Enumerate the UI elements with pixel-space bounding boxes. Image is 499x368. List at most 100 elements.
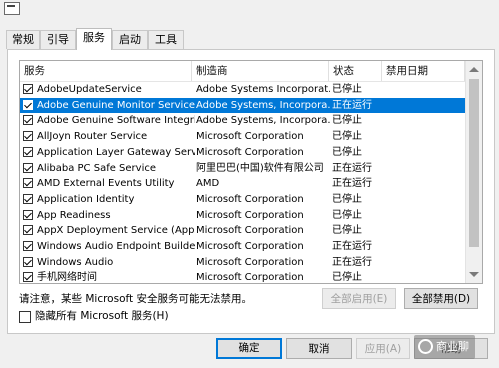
window-icon: [4, 2, 20, 15]
tab-startup[interactable]: 启动: [112, 30, 148, 49]
service-status: 已停止: [332, 146, 362, 158]
service-manufacturer: Microsoft Corporation: [196, 209, 304, 221]
tab-general[interactable]: 常规: [6, 30, 40, 49]
service-checkbox[interactable]: [23, 162, 33, 173]
list-header: 服务 制造商 状态 禁用日期: [20, 61, 465, 82]
scroll-down-icon[interactable]: [469, 272, 479, 277]
service-name: Adobe Genuine Monitor Service: [37, 99, 195, 111]
disable-all-button[interactable]: 全部禁用(D): [404, 288, 478, 309]
service-disabled-date: [384, 176, 462, 192]
table-row[interactable]: Application Layer Gateway Service Microso…: [20, 145, 465, 161]
service-checkbox[interactable]: [23, 256, 33, 267]
service-disabled-date: [384, 223, 462, 239]
service-manufacturer: Microsoft Corporation: [196, 225, 304, 237]
service-name: 手机网络时间: [37, 272, 97, 284]
chat-icon: [418, 339, 433, 354]
service-name: Windows Audio Endpoint Builder: [37, 241, 195, 252]
service-checkbox[interactable]: [23, 272, 33, 283]
enable-all-button[interactable]: 全部启用(E): [322, 288, 396, 309]
service-checkbox[interactable]: [23, 241, 33, 251]
service-name: Application Identity: [37, 193, 135, 205]
service-status: 已停止: [332, 115, 362, 127]
services-list[interactable]: 服务 制造商 状态 禁用日期 AdobeUpdateService Adobe S…: [19, 60, 483, 284]
service-manufacturer: Microsoft Corporation: [196, 256, 304, 268]
service-name: Adobe Genuine Software Integrit...: [37, 115, 195, 127]
service-status: 已停止: [332, 131, 362, 143]
tab-services[interactable]: 服务: [76, 28, 112, 50]
header-service[interactable]: 服务: [20, 61, 192, 81]
cancel-button[interactable]: 取消: [286, 338, 352, 359]
service-disabled-date: [384, 270, 462, 283]
ok-button[interactable]: 确定: [216, 338, 282, 359]
service-manufacturer: Adobe Systems, Incorpora...: [196, 99, 330, 111]
service-manufacturer: Microsoft Corporation: [196, 131, 304, 143]
service-manufacturer: AMD: [196, 178, 220, 190]
service-checkbox[interactable]: [23, 115, 33, 126]
table-row[interactable]: Adobe Genuine Monitor Service Adobe Syste…: [20, 97, 465, 114]
service-checkbox[interactable]: [23, 84, 33, 94]
service-manufacturer: Microsoft Corporation: [196, 272, 304, 284]
service-name: Application Layer Gateway Service: [37, 146, 195, 158]
service-name: AppX Deployment Service (AppX...: [37, 225, 195, 237]
hide-microsoft-label: 隐藏所有 Microsoft 服务(H): [35, 310, 169, 322]
service-checkbox[interactable]: [23, 225, 33, 236]
table-row[interactable]: AdobeUpdateService Adobe Systems Incorpor…: [20, 82, 465, 98]
services-panel: 服务 制造商 状态 禁用日期 AdobeUpdateService Adobe S…: [7, 49, 495, 334]
service-status: 已停止: [332, 209, 362, 221]
service-name: AMD External Events Utility: [37, 178, 175, 190]
scroll-thumb[interactable]: [469, 79, 479, 247]
table-row[interactable]: AppX Deployment Service (AppX... Microsof…: [20, 223, 465, 239]
service-disabled-date: [384, 255, 462, 271]
table-row[interactable]: Application Identity Microsoft Corporatio…: [20, 192, 465, 208]
microsoft-services-note: 请注意，某些 Microsoft 安全服务可能无法禁用。: [19, 293, 252, 305]
table-row[interactable]: Windows Audio Endpoint Builder Microsoft …: [20, 239, 465, 255]
service-disabled-date: [384, 239, 462, 255]
service-disabled-date: [384, 129, 462, 145]
vertical-scrollbar[interactable]: [465, 61, 482, 283]
service-disabled-date: [384, 161, 462, 177]
service-disabled-date: [384, 113, 462, 129]
service-checkbox[interactable]: [23, 209, 33, 220]
hide-microsoft-checkbox[interactable]: [19, 311, 31, 323]
apply-button[interactable]: 应用(A): [356, 338, 410, 359]
service-name: AllJoyn Router Service: [37, 131, 148, 143]
service-status: 已停止: [332, 84, 362, 95]
service-disabled-date: [384, 208, 462, 224]
service-status: 正在运行: [332, 99, 372, 111]
service-manufacturer: Microsoft Corporation: [196, 193, 304, 205]
service-checkbox[interactable]: [23, 178, 33, 189]
table-row[interactable]: App Readiness Microsoft Corporation 已停止: [20, 208, 465, 224]
table-row[interactable]: Alibaba PC Safe Service 阿里巴巴(中国)软件有限公司 正在运…: [20, 161, 465, 177]
header-manufacturer[interactable]: 制造商: [192, 61, 329, 81]
header-disabled-date[interactable]: 禁用日期: [382, 61, 465, 81]
table-row[interactable]: AllJoyn Router Service Microsoft Corporat…: [20, 129, 465, 145]
service-checkbox[interactable]: [23, 99, 33, 110]
service-manufacturer: Adobe Systems, Incorpora...: [196, 115, 330, 127]
tab-boot[interactable]: 引导: [40, 30, 76, 49]
service-name: App Readiness: [37, 209, 111, 221]
table-row[interactable]: AMD External Events Utility AMD 正在运行: [20, 176, 465, 192]
service-disabled-date: [384, 192, 462, 208]
service-checkbox[interactable]: [23, 131, 33, 142]
service-checkbox[interactable]: [23, 193, 33, 204]
tab-tools[interactable]: 工具: [148, 30, 184, 49]
service-name: Alibaba PC Safe Service: [37, 162, 157, 174]
watermark-text: 商业聊: [436, 340, 469, 353]
service-status: 正在运行: [332, 256, 372, 268]
table-row[interactable]: 手机网络时间 Microsoft Corporation 已停止: [20, 270, 465, 284]
service-status: 已停止: [332, 225, 362, 237]
service-manufacturer: Microsoft Corporation: [196, 241, 304, 252]
service-name: AdobeUpdateService: [37, 84, 142, 95]
service-disabled-date: [384, 82, 462, 98]
service-status: 正在运行: [332, 241, 372, 252]
header-status[interactable]: 状态: [329, 61, 382, 81]
service-manufacturer: Microsoft Corporation: [196, 146, 304, 158]
service-manufacturer: 阿里巴巴(中国)软件有限公司: [196, 162, 324, 174]
service-name: Windows Audio: [37, 256, 114, 268]
scroll-up-icon[interactable]: [469, 67, 479, 72]
service-status: 已停止: [332, 272, 362, 284]
service-checkbox[interactable]: [23, 146, 33, 157]
table-row[interactable]: Windows Audio Microsoft Corporation 正在运行: [20, 255, 465, 271]
service-status: 正在运行: [332, 178, 372, 190]
table-row[interactable]: Adobe Genuine Software Integrit... Adobe …: [20, 113, 465, 129]
